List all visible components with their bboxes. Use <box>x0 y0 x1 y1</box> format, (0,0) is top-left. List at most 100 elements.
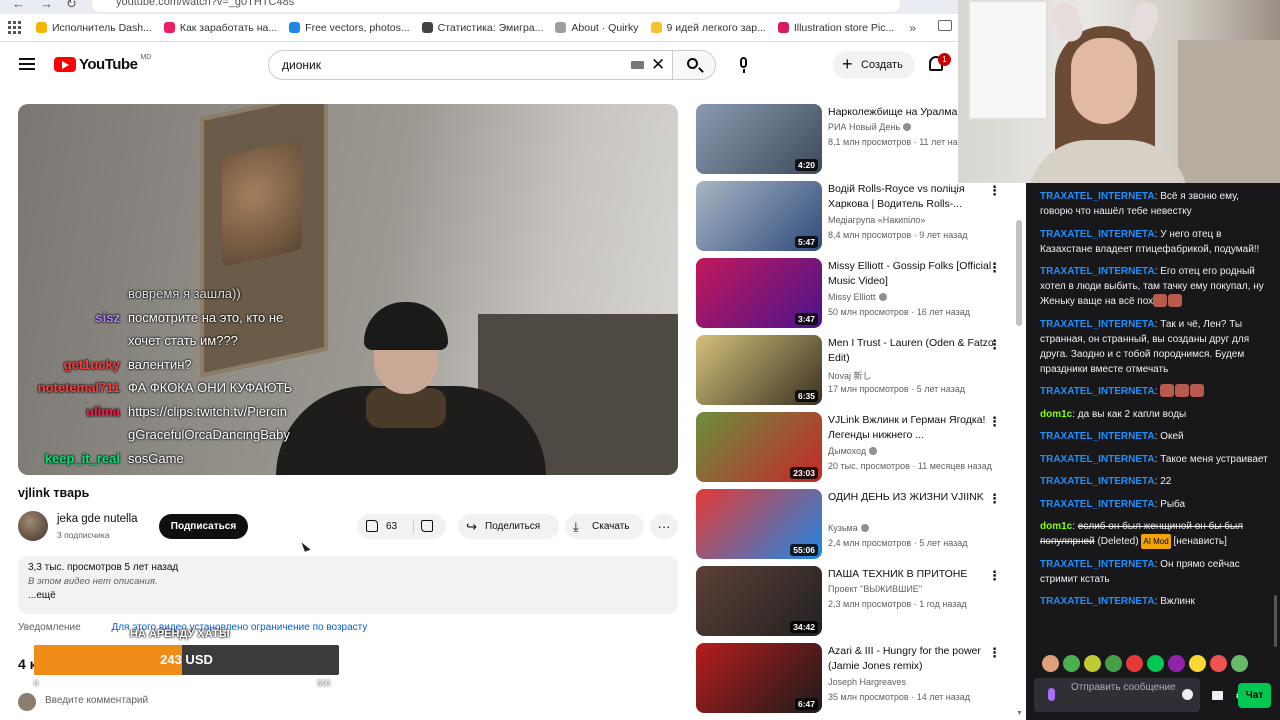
voice-search-button[interactable] <box>728 50 760 80</box>
share-button[interactable]: ↪ Поделиться <box>458 514 559 539</box>
chat-input[interactable]: Отправить сообщение <box>1034 678 1200 712</box>
keyboard-icon[interactable] <box>631 61 644 69</box>
video-channel[interactable]: РИА Новый День <box>828 122 912 132</box>
more-options-icon[interactable]: ⋮ <box>988 183 1001 199</box>
hamburger-menu-icon[interactable] <box>19 58 35 70</box>
recommended-video[interactable]: 6:47 Azari & III - Hungry for the power (… <box>696 643 1026 713</box>
like-icon[interactable] <box>366 520 378 532</box>
folder-icon[interactable] <box>938 20 952 31</box>
video-title[interactable]: ПАША ТЕХНИК В ПРИТОНЕ <box>828 567 998 582</box>
search-input[interactable]: дионик <box>268 50 672 80</box>
more-options-icon[interactable]: ⋮ <box>988 645 1001 661</box>
video-thumbnail[interactable]: 55:06 <box>696 489 822 559</box>
chat-username[interactable]: dom1c <box>1040 409 1072 420</box>
more-options-icon[interactable]: ⋮ <box>988 414 1001 430</box>
chat-username[interactable]: TRAXATEL_INTERNETA <box>1040 229 1155 240</box>
comment-input[interactable]: Введите комментарий <box>45 695 148 706</box>
chat-username[interactable]: TRAXATEL_INTERNETA <box>1040 476 1155 487</box>
chat-username[interactable]: TRAXATEL_INTERNETA <box>1040 431 1155 442</box>
youtube-logo[interactable]: YouTube MD <box>54 54 151 73</box>
channel-avatar[interactable] <box>18 511 48 541</box>
emote-icon[interactable] <box>1105 655 1122 672</box>
emote-icon[interactable] <box>1189 655 1206 672</box>
video-thumbnail[interactable]: 23:03 <box>696 412 822 482</box>
more-actions-button[interactable]: ··· <box>650 514 678 539</box>
more-options-icon[interactable]: ⋮ <box>988 337 1001 353</box>
video-title[interactable]: Missy Elliott - Gossip Folks [Official M… <box>828 259 998 289</box>
emoji-icon[interactable] <box>1182 689 1193 700</box>
emote-icon[interactable] <box>1210 655 1227 672</box>
emote-icon[interactable] <box>1126 655 1143 672</box>
chat-username[interactable]: TRAXATEL_INTERNETA <box>1040 386 1155 397</box>
bookmark-item[interactable]: Исполнитель Dash... <box>36 22 152 34</box>
channel-name[interactable]: jeka gde nutella <box>57 513 138 525</box>
chat-username[interactable]: TRAXATEL_INTERNETA <box>1040 191 1155 202</box>
chat-send-button[interactable]: Чат <box>1238 683 1271 708</box>
dislike-icon[interactable] <box>421 520 433 532</box>
chat-username[interactable]: TRAXATEL_INTERNETA <box>1040 454 1155 465</box>
address-bar[interactable]: youtube.com/watch?v=_g0THTC48s <box>92 0 900 12</box>
emote-icon[interactable] <box>1231 655 1248 672</box>
more-options-icon[interactable]: ⋮ <box>988 260 1001 276</box>
video-channel[interactable]: Кузьма <box>828 523 869 533</box>
bookmark-item[interactable]: Free vectors, photos... <box>289 22 410 34</box>
bookmark-item[interactable]: Статистика: Эмигра... <box>421 22 543 34</box>
more-options-icon[interactable]: ⋮ <box>988 568 1001 584</box>
video-thumbnail[interactable]: 6:47 <box>696 643 822 713</box>
bookmark-item[interactable]: 9 идей легкого зар... <box>650 22 766 34</box>
apps-grid-icon[interactable] <box>8 20 22 35</box>
video-thumbnail[interactable]: 6:35 <box>696 335 822 405</box>
back-icon[interactable]: ← <box>12 0 25 11</box>
description-box[interactable]: 3,3 тыс. просмотров 5 лет назад В этом в… <box>18 556 678 614</box>
bookmark-item[interactable]: Illustration store Pic... <box>777 22 894 34</box>
chat-username[interactable]: TRAXATEL_INTERNETA <box>1040 596 1155 607</box>
bookmark-item[interactable]: Как заработать на... <box>163 22 277 34</box>
recommended-video[interactable]: 23:03 VJLink Вжлинк и Герман Ягодка! Леге… <box>696 412 1026 482</box>
search-button[interactable] <box>672 50 716 80</box>
video-channel[interactable]: Медіагрупа «Накипіло» <box>828 215 925 225</box>
page-scrollbar[interactable] <box>1016 220 1022 326</box>
like-count[interactable]: 63 <box>386 514 397 539</box>
scroll-down-icon[interactable]: ▼ <box>1016 710 1023 717</box>
download-button[interactable]: ⤓ Скачать <box>565 514 644 539</box>
chat-username[interactable]: TRAXATEL_INTERNETA <box>1040 559 1155 570</box>
emote-icon[interactable] <box>1147 655 1164 672</box>
chat-username[interactable]: TRAXATEL_INTERNETA <box>1040 319 1155 330</box>
show-more-link[interactable]: ...ещё <box>28 590 668 601</box>
emote-icon[interactable] <box>1168 655 1185 672</box>
video-thumbnail[interactable]: 5:47 <box>696 181 822 251</box>
chat-username[interactable]: dom1c <box>1040 521 1072 532</box>
subscribe-button[interactable]: Подписаться <box>159 514 248 539</box>
emote-icon[interactable] <box>1042 655 1059 672</box>
video-title[interactable]: Azari & III - Hungry for the power (Jami… <box>828 644 998 674</box>
video-title[interactable]: Men I Trust - Lauren (Oden & Fatzo Edit) <box>828 336 998 366</box>
clear-search-icon[interactable]: ✕ <box>651 55 665 75</box>
video-title[interactable]: Водій Rolls-Royce vs поліція Харкова | В… <box>828 182 998 212</box>
bookmarks-overflow-icon[interactable]: » <box>909 21 916 35</box>
chat-username[interactable]: TRAXATEL_INTERNETA <box>1040 499 1155 510</box>
video-thumbnail[interactable]: 3:47 <box>696 258 822 328</box>
reload-icon[interactable]: ↻ <box>66 0 77 12</box>
recommended-video[interactable]: 5:47 Водій Rolls-Royce vs поліція Харкова… <box>696 181 1026 251</box>
video-title[interactable]: VJLink Вжлинк и Герман Ягодка! Легенды н… <box>828 413 998 443</box>
recommended-video[interactable]: 55:06 ОДИН ДЕНЬ ИЗ ЖИЗНИ VJIINK Кузьма 2,4 … <box>696 489 1026 559</box>
video-player[interactable]: вовремя я зашла)) sisz посмотрите на это, … <box>18 104 678 475</box>
recommended-video[interactable]: 3:47 Missy Elliott - Gossip Folks [Offici… <box>696 258 1026 328</box>
create-button[interactable]: + Создать <box>833 51 915 79</box>
gift-icon[interactable] <box>1212 691 1223 700</box>
video-channel[interactable]: Дымоход <box>828 446 878 456</box>
chat-username[interactable]: TRAXATEL_INTERNETA <box>1040 266 1155 277</box>
more-options-icon[interactable]: ⋮ <box>988 491 1001 507</box>
video-thumbnail[interactable]: 4:20 <box>696 104 822 174</box>
video-title[interactable]: ОДИН ДЕНЬ ИЗ ЖИЗНИ VJIINK <box>828 490 998 505</box>
emote-icon[interactable] <box>1084 655 1101 672</box>
emote-icon[interactable] <box>1063 655 1080 672</box>
chat-mic-icon[interactable] <box>1048 688 1055 701</box>
video-channel[interactable]: Missy Elliott <box>828 292 887 302</box>
recommended-video[interactable]: 6:35 Men I Trust - Lauren (Oden & Fatzo E… <box>696 335 1026 405</box>
video-channel[interactable]: Joseph Hargreaves <box>828 677 906 687</box>
video-channel[interactable]: Novaj 新し <box>828 369 872 382</box>
forward-icon[interactable]: → <box>40 0 53 11</box>
video-thumbnail[interactable]: 34:42 <box>696 566 822 636</box>
bookmark-item[interactable]: About · Quirky <box>555 22 639 34</box>
